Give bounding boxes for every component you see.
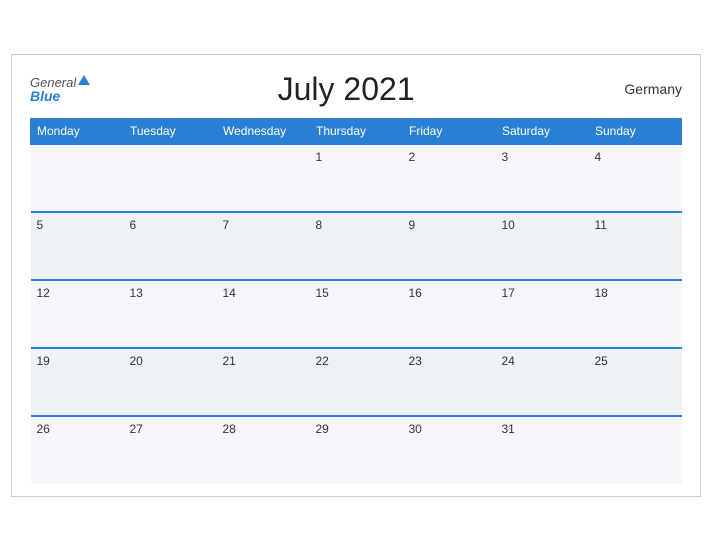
day-number: 10: [502, 218, 515, 232]
day-number: 4: [595, 150, 602, 164]
calendar-cell: [31, 144, 124, 212]
calendar-cell: 15: [310, 280, 403, 348]
calendar-container: General Blue July 2021 Germany MondayTue…: [11, 54, 701, 497]
calendar-cell: 3: [496, 144, 589, 212]
calendar-cell: 5: [31, 212, 124, 280]
calendar-cell: 11: [589, 212, 682, 280]
country-label: Germany: [602, 81, 682, 97]
calendar-cell: 7: [217, 212, 310, 280]
day-number: 14: [223, 286, 236, 300]
day-number: 20: [130, 354, 143, 368]
day-number: 18: [595, 286, 608, 300]
day-number: 8: [316, 218, 323, 232]
day-number: 22: [316, 354, 329, 368]
month-title: July 2021: [90, 71, 602, 108]
calendar-cell: 8: [310, 212, 403, 280]
calendar-cell: [217, 144, 310, 212]
calendar-cell: 1: [310, 144, 403, 212]
day-number: 3: [502, 150, 509, 164]
day-number: 29: [316, 422, 329, 436]
weekday-header-thursday: Thursday: [310, 118, 403, 144]
calendar-cell: 31: [496, 416, 589, 484]
calendar-cell: [124, 144, 217, 212]
day-number: 12: [37, 286, 50, 300]
weekday-header-friday: Friday: [403, 118, 496, 144]
calendar-grid: MondayTuesdayWednesdayThursdayFridaySatu…: [30, 118, 682, 484]
logo: General Blue: [30, 76, 90, 103]
logo-general-text: General: [30, 76, 76, 89]
calendar-cell: 12: [31, 280, 124, 348]
weekday-header-wednesday: Wednesday: [217, 118, 310, 144]
day-number: 5: [37, 218, 44, 232]
day-number: 23: [409, 354, 422, 368]
calendar-cell: 30: [403, 416, 496, 484]
calendar-cell: 17: [496, 280, 589, 348]
day-number: 2: [409, 150, 416, 164]
day-number: 1: [316, 150, 323, 164]
calendar-cell: 4: [589, 144, 682, 212]
day-number: 21: [223, 354, 236, 368]
day-number: 26: [37, 422, 50, 436]
day-number: 16: [409, 286, 422, 300]
calendar-cell: 16: [403, 280, 496, 348]
calendar-cell: [589, 416, 682, 484]
day-number: 31: [502, 422, 515, 436]
logo-blue-text: Blue: [30, 89, 90, 103]
day-number: 13: [130, 286, 143, 300]
calendar-cell: 9: [403, 212, 496, 280]
day-number: 25: [595, 354, 608, 368]
day-number: 7: [223, 218, 230, 232]
weekday-header-sunday: Sunday: [589, 118, 682, 144]
calendar-cell: 24: [496, 348, 589, 416]
weekday-header-tuesday: Tuesday: [124, 118, 217, 144]
day-number: 30: [409, 422, 422, 436]
calendar-cell: 26: [31, 416, 124, 484]
day-number: 19: [37, 354, 50, 368]
calendar-cell: 13: [124, 280, 217, 348]
day-number: 15: [316, 286, 329, 300]
day-number: 9: [409, 218, 416, 232]
calendar-cell: 21: [217, 348, 310, 416]
calendar-cell: 22: [310, 348, 403, 416]
weekday-header-saturday: Saturday: [496, 118, 589, 144]
day-number: 27: [130, 422, 143, 436]
weekday-header-monday: Monday: [31, 118, 124, 144]
calendar-cell: 29: [310, 416, 403, 484]
calendar-cell: 2: [403, 144, 496, 212]
calendar-cell: 27: [124, 416, 217, 484]
day-number: 28: [223, 422, 236, 436]
calendar-cell: 10: [496, 212, 589, 280]
calendar-cell: 19: [31, 348, 124, 416]
day-number: 17: [502, 286, 515, 300]
calendar-cell: 28: [217, 416, 310, 484]
day-number: 24: [502, 354, 515, 368]
calendar-cell: 20: [124, 348, 217, 416]
calendar-header: General Blue July 2021 Germany: [30, 71, 682, 108]
logo-triangle-icon: [78, 75, 90, 85]
calendar-cell: 25: [589, 348, 682, 416]
calendar-cell: 23: [403, 348, 496, 416]
calendar-cell: 14: [217, 280, 310, 348]
calendar-cell: 6: [124, 212, 217, 280]
day-number: 11: [595, 218, 607, 232]
calendar-cell: 18: [589, 280, 682, 348]
day-number: 6: [130, 218, 137, 232]
